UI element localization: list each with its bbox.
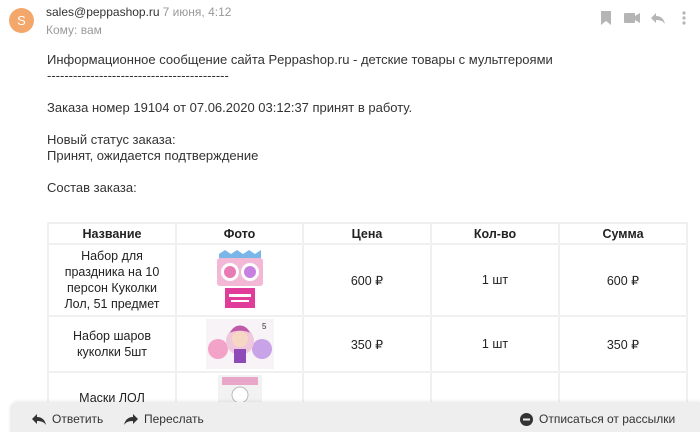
- col-photo-header: Фото: [177, 224, 302, 243]
- table-row: Набор для праздника на 10 персон Куколки…: [49, 245, 686, 315]
- composition-label: Состав заказа:: [47, 180, 137, 195]
- item-name[interactable]: Набор для праздника на 10 персон Куколки…: [49, 245, 175, 315]
- reply-button[interactable]: Ответить: [32, 412, 103, 426]
- party-set-image[interactable]: [212, 248, 267, 312]
- forward-label: Переслать: [144, 412, 204, 426]
- col-sum-header: Сумма: [560, 224, 686, 243]
- email-date: 7 июня, 4:12: [162, 5, 232, 19]
- more-icon[interactable]: [676, 10, 692, 26]
- item-qty: 1 шт: [432, 317, 558, 371]
- bottom-action-bar: Ответить Переслать Отписаться от рассылк…: [10, 402, 700, 432]
- header-actions: [598, 10, 692, 26]
- status-label: Новый статус заказа:: [47, 132, 176, 147]
- forward-icon: [124, 413, 138, 425]
- col-name-header: Название: [49, 224, 175, 243]
- forward-button[interactable]: Переслать: [124, 412, 204, 426]
- status-value: Принят, ожидается подтверждение: [47, 148, 259, 163]
- intro-text: Информационное сообщение сайта Peppashop…: [47, 52, 553, 67]
- order-line: Заказа номер 19104 от 07.06.2020 03:12:3…: [47, 100, 413, 115]
- item-sum: 350 ₽: [560, 317, 686, 371]
- sender-line: sales@peppashop.ru 7 июня, 4:12: [46, 5, 231, 19]
- balloon-set-image[interactable]: 5: [205, 319, 274, 369]
- col-qty-header: Кол-во: [432, 224, 558, 243]
- masks-image[interactable]: [217, 375, 262, 405]
- col-price-header: Цена: [304, 224, 430, 243]
- item-qty: 1 шт: [432, 245, 558, 315]
- email-body: Информационное сообщение сайта Peppashop…: [47, 52, 687, 196]
- table-row: Набор шаров куколки 5шт 5 350 ₽ 1 шт 350…: [49, 317, 686, 371]
- unsubscribe-label: Отписаться от рассылки: [539, 412, 676, 426]
- unsubscribe-icon: [520, 412, 533, 426]
- item-price: 350 ₽: [304, 317, 430, 371]
- sender-avatar[interactable]: S: [9, 8, 34, 33]
- reply-label: Ответить: [52, 412, 104, 426]
- recipient-line: Кому: вам: [46, 23, 102, 37]
- item-photo[interactable]: [177, 245, 302, 315]
- item-name[interactable]: Набор шаров куколки 5шт: [49, 317, 175, 371]
- svg-text:5: 5: [262, 322, 267, 331]
- bookmark-icon[interactable]: [598, 10, 614, 26]
- email-header: S sales@peppashop.ru 7 июня, 4:12 Кому: в…: [0, 0, 700, 40]
- unsubscribe-button[interactable]: Отписаться от рассылки: [520, 412, 675, 426]
- item-price: 600 ₽: [304, 245, 430, 315]
- reply-all-icon[interactable]: [650, 10, 666, 26]
- reply-icon: [32, 413, 46, 425]
- order-table: Название Фото Цена Кол-во Сумма Набор дл…: [47, 222, 688, 415]
- divider-text: ----------------------------------------…: [47, 68, 229, 83]
- table-header-row: Название Фото Цена Кол-во Сумма: [49, 224, 686, 243]
- item-sum: 600 ₽: [560, 245, 686, 315]
- item-photo[interactable]: 5: [177, 317, 302, 371]
- video-icon[interactable]: [624, 10, 640, 26]
- sender-email[interactable]: sales@peppashop.ru: [46, 5, 160, 19]
